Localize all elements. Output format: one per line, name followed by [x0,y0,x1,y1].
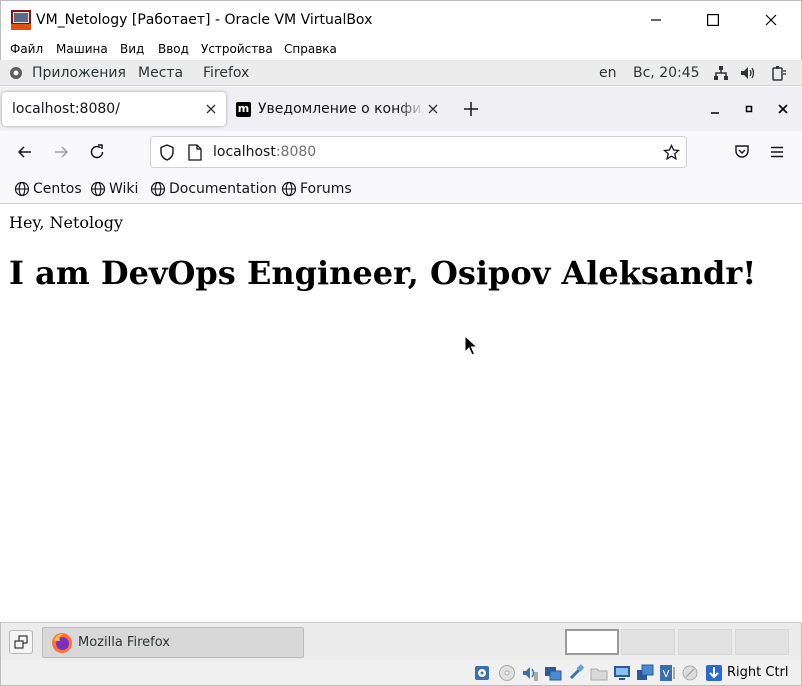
svg-text:V: V [663,669,670,680]
virtualbox-vm-icon [11,10,31,30]
window-title: VM_Netology [Работает] - Oracle VM Virtu… [36,12,373,28]
optical-disk-icon[interactable] [498,664,516,682]
globe-icon [90,181,106,197]
workspace-2[interactable] [621,629,675,655]
page-icon[interactable] [188,144,202,161]
places-menu[interactable]: Места [138,65,183,81]
reload-icon[interactable] [88,143,106,161]
bookmark-label: Wiki [109,181,139,197]
bookmarks-toolbar: Centos Wiki Documentation Forums [0,173,802,204]
minimize-button[interactable] [633,5,679,35]
url-text[interactable]: localhost:8080 [213,144,316,160]
tab-privacy-notice[interactable]: m Уведомление о конфиденциальности [228,92,448,126]
bookmark-star-icon[interactable] [663,144,680,161]
usb-icon[interactable] [567,664,585,682]
menu-input[interactable]: Ввод [158,42,189,56]
menu-machine[interactable]: Машина [56,42,108,56]
firefox-close-icon[interactable] [775,101,791,117]
url-host: localhost [213,144,276,160]
close-tab-icon[interactable] [204,102,218,116]
firefox-maximize-icon[interactable] [741,101,757,117]
volume-icon[interactable] [740,65,756,81]
tab-label: Уведомление о конфиденциальности [258,101,424,117]
globe-icon [14,181,30,197]
tab-label: localhost:8080/ [12,101,120,117]
host-key-arrow-icon[interactable] [705,664,723,682]
close-window-button[interactable] [748,5,794,35]
url-bar[interactable]: localhost:8080 [150,136,687,168]
workspace-4[interactable] [735,629,789,655]
taskbar-firefox-label: Mozilla Firefox [78,635,170,650]
vbox-title-bar: VM_Netology [Работает] - Oracle VM Virtu… [0,0,802,39]
bookmark-wiki[interactable]: Wiki [90,180,138,198]
vbox-status-bar: V Right Ctrl [0,660,802,686]
keyboard-layout-indicator[interactable]: en [599,65,617,81]
mozilla-favicon-icon: m [236,102,251,117]
globe-icon [150,181,166,197]
workspace-1[interactable] [565,629,619,655]
forward-arrow-icon[interactable] [52,143,70,161]
firefox-tab-bar: localhost:8080/ m Уведомление о конфиден… [0,87,802,131]
menu-view[interactable]: Вид [120,42,144,56]
show-desktop-button[interactable] [9,630,33,654]
bookmark-label: Documentation [169,181,277,197]
maximize-button[interactable] [690,5,736,35]
close-tab-icon[interactable] [426,102,440,116]
display-icon[interactable] [613,664,631,682]
menu-help[interactable]: Справка [284,42,337,56]
page-content: Hey, Netology I am DevOps Engineer, Osip… [1,205,801,622]
power-icon[interactable] [771,65,787,81]
menu-file[interactable]: Файл [10,42,43,56]
url-port: :8080 [275,144,317,160]
tab-localhost[interactable]: localhost:8080/ [2,92,226,126]
clock[interactable]: Вс, 20:45 [633,65,700,81]
workspace-3[interactable] [678,629,732,655]
show-desktop-icon [14,635,28,649]
gnome-bottom-panel: Mozilla Firefox [0,622,802,660]
hamburger-menu-icon[interactable] [768,143,786,161]
bookmark-forums[interactable]: Forums [281,180,352,198]
shared-folder-icon[interactable] [590,664,608,682]
bookmark-label: Forums [300,181,352,197]
host-key-label: Right Ctrl [727,665,789,680]
greeting-text: Hey, Netology [9,213,124,232]
network-adapter-icon[interactable] [544,664,562,682]
video-capture-icon[interactable] [636,664,654,682]
applications-menu[interactable]: Приложения [32,65,126,81]
bookmark-documentation[interactable]: Documentation [150,180,277,198]
hard-disk-icon[interactable] [473,664,491,682]
shield-icon[interactable] [159,144,175,161]
virtualization-icon[interactable]: V [658,664,676,682]
minimize-icon [651,19,661,21]
mouse-integration-icon[interactable] [681,664,699,682]
mouse-cursor-icon [464,335,478,356]
globe-icon [281,181,297,197]
vbox-menu-bar: Файл Машина Вид Ввод Устройства Справка [0,39,802,60]
back-arrow-icon[interactable] [16,143,34,161]
taskbar-firefox-button[interactable]: Mozilla Firefox [42,627,304,658]
active-app-label[interactable]: Firefox [203,65,249,81]
pocket-icon[interactable] [733,143,751,161]
menu-devices[interactable]: Устройства [201,42,273,56]
page-heading: I am DevOps Engineer, Osipov Aleksandr! [9,254,757,292]
gnome-top-panel: Приложения Места Firefox en Вс, 20:45 [0,60,802,86]
close-icon [765,14,777,26]
audio-icon[interactable] [521,664,539,682]
maximize-icon [707,14,719,26]
gnome-foot-icon [10,67,22,79]
network-icon[interactable] [713,65,729,81]
new-tab-plus-icon[interactable] [460,98,482,120]
bookmark-label: Centos [33,181,82,197]
firefox-logo-icon [52,633,72,653]
bookmark-centos[interactable]: Centos [14,180,82,198]
firefox-minimize-icon[interactable] [707,101,723,117]
